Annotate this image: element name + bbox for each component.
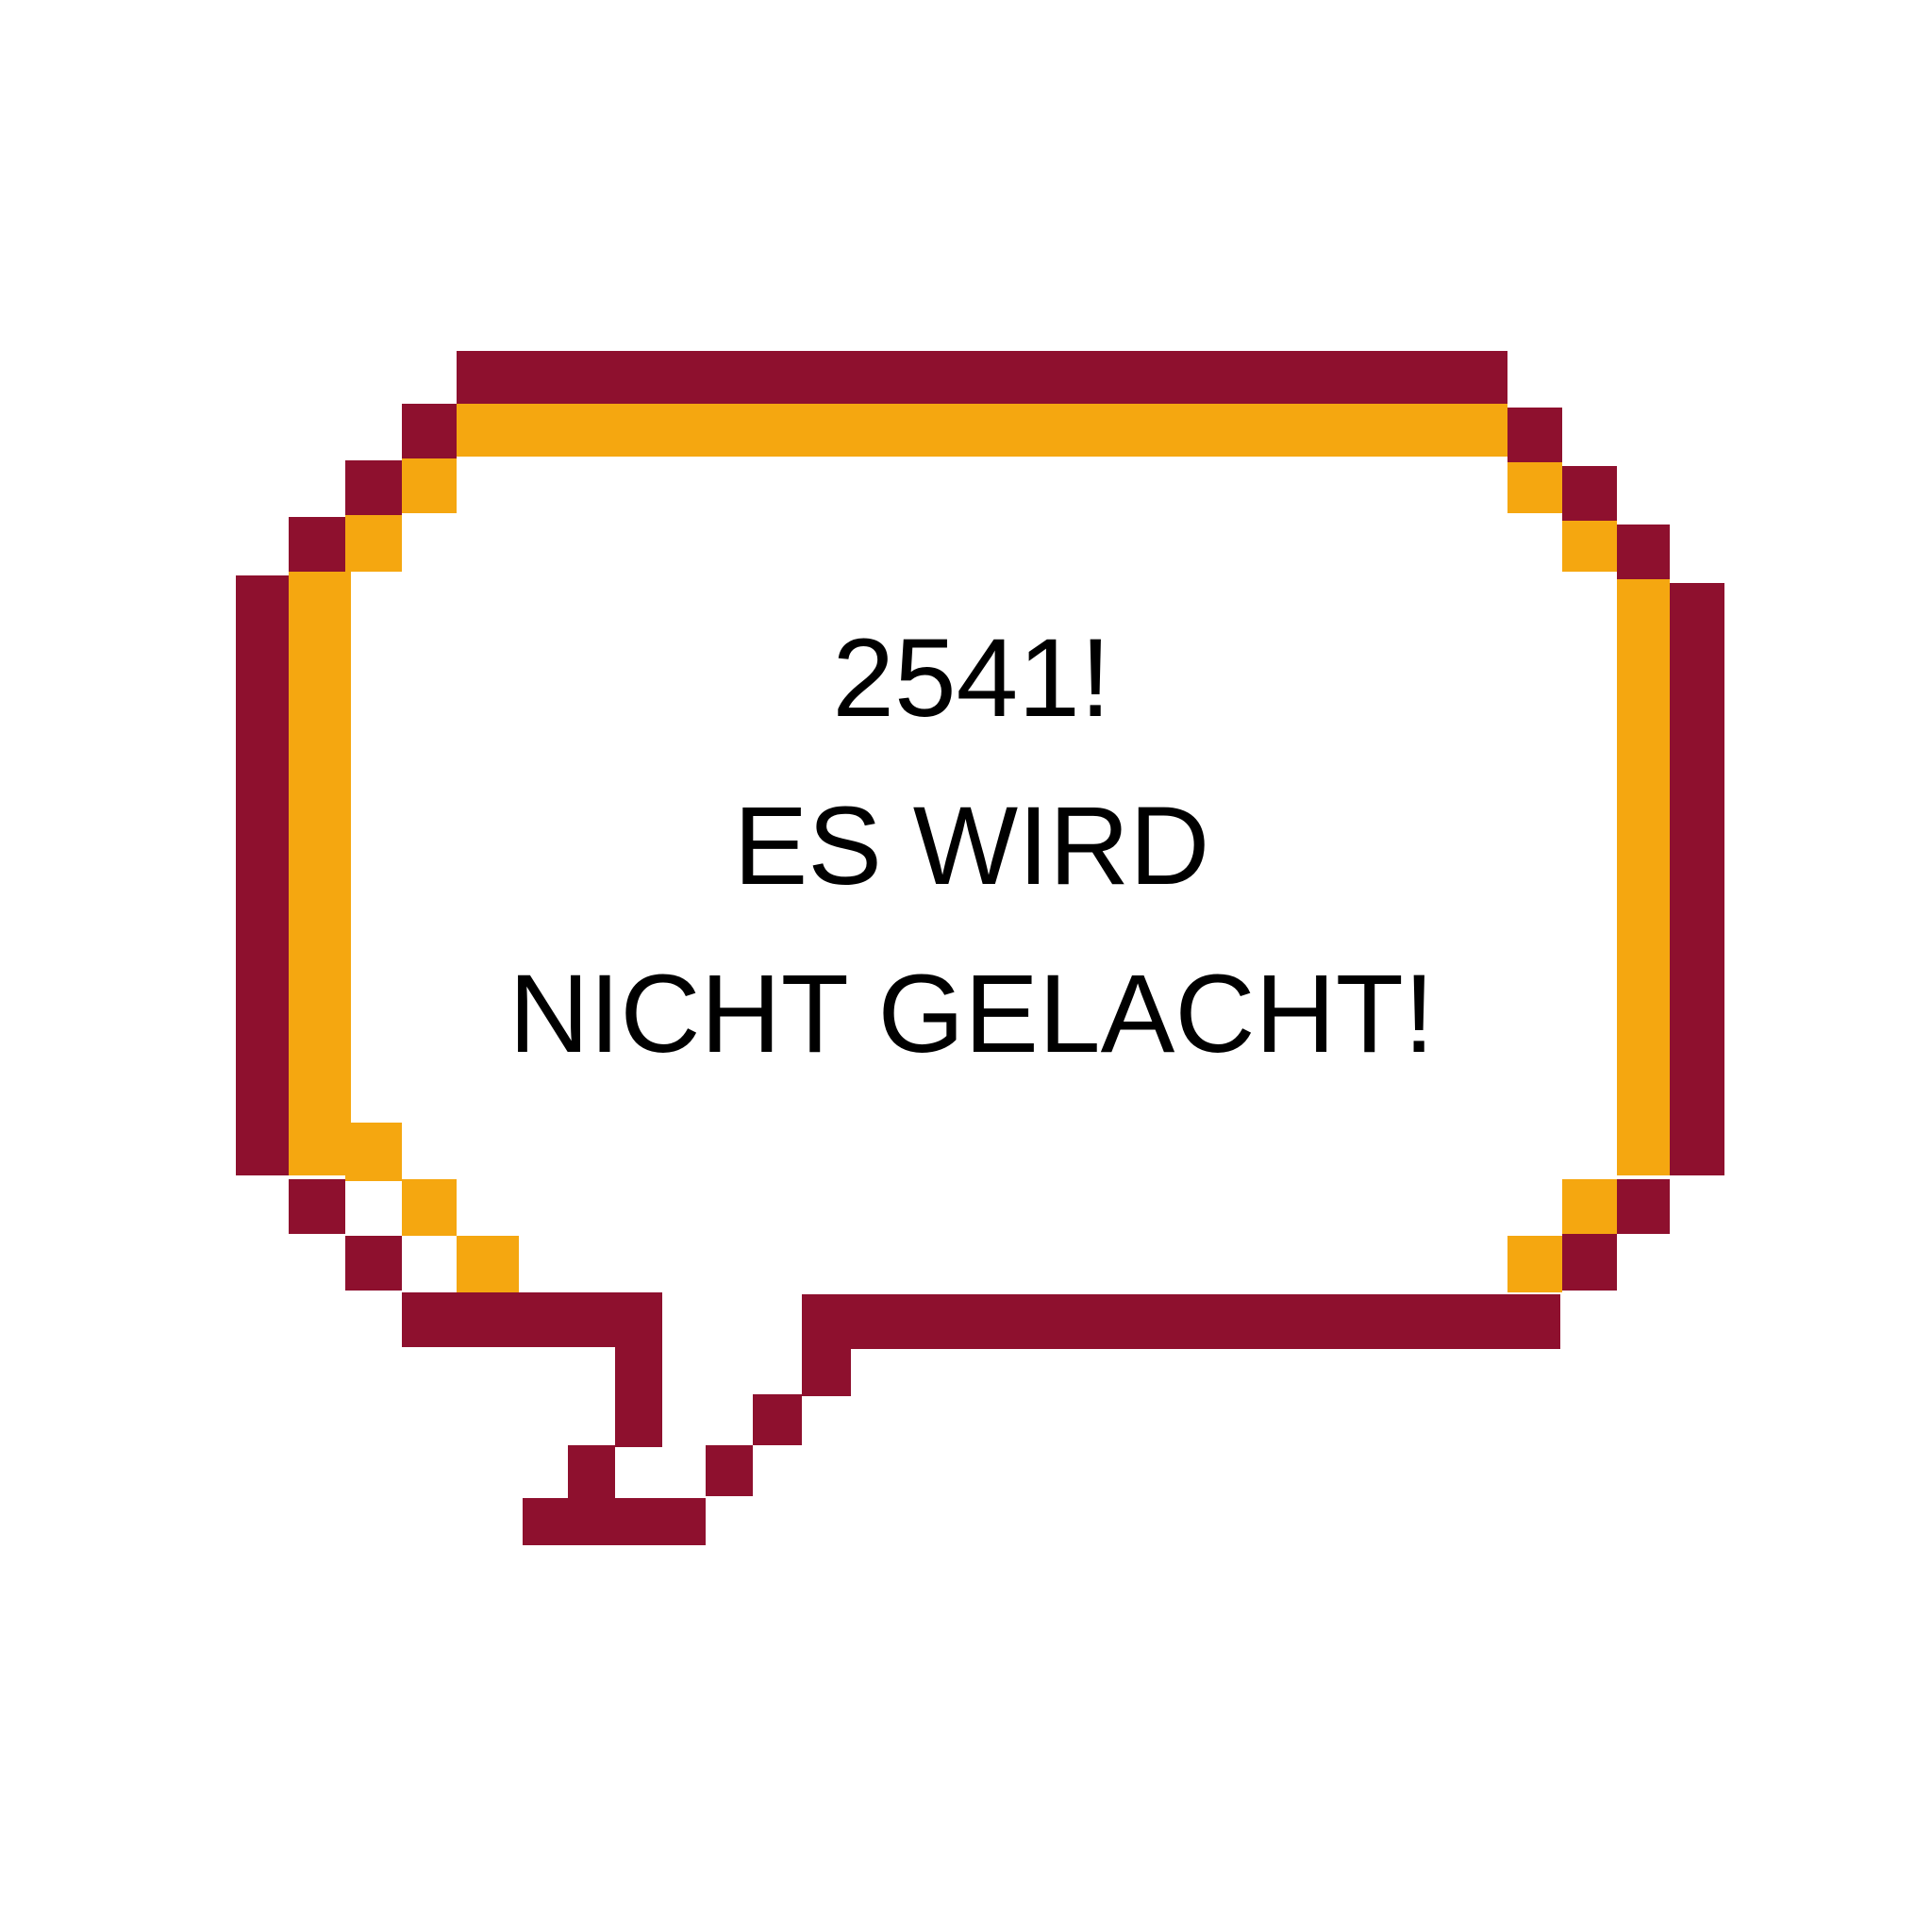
message-line-nicht-gelacht: NICHT GELACHT!	[508, 952, 1435, 1076]
message-line-number: 2541!	[832, 616, 1111, 741]
bubble-message: 2541! ES WIRD NICHT GELACHT!	[396, 594, 1547, 1098]
message-line-es-wird: ES WIRD	[733, 784, 1210, 908]
